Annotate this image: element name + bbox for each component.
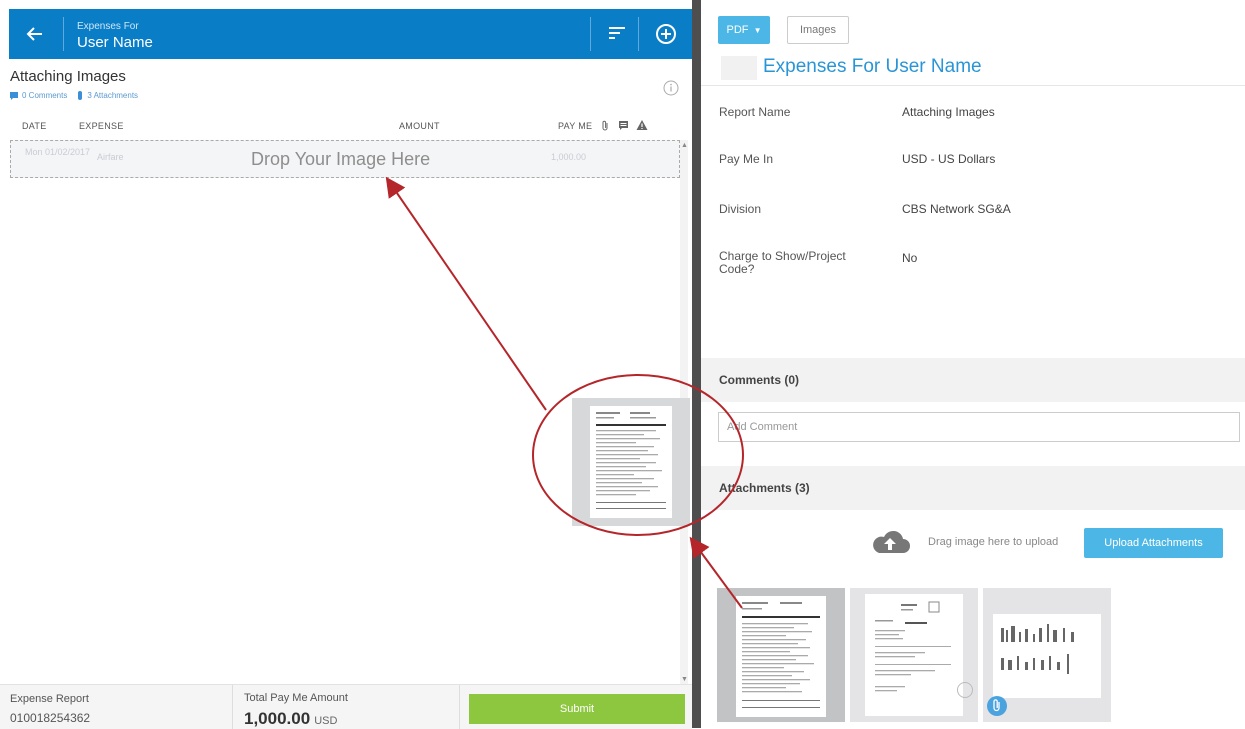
comments-section-header: Comments (0) bbox=[701, 358, 1245, 402]
field-value-division: CBS Network SG&A bbox=[902, 202, 1011, 216]
comment-icon bbox=[619, 121, 628, 130]
drag-upload-hint: Drag image here to upload bbox=[928, 536, 1059, 548]
paperclip-icon bbox=[78, 91, 83, 100]
report-footer: Expense Report 010018254362 Total Pay Me… bbox=[0, 684, 692, 729]
expense-row-drop-target[interactable]: Mon 01/02/2017 Airfare 1,000.00 Drop You… bbox=[10, 140, 680, 178]
document-preview bbox=[865, 594, 973, 716]
report-details-pane: PDF ▼ Images Expenses For User Name Repo… bbox=[701, 0, 1245, 728]
receipt-image-preview bbox=[993, 614, 1101, 698]
comments-link[interactable]: 0 Comments bbox=[10, 91, 67, 100]
attachments-count: 3 Attachments bbox=[87, 91, 139, 100]
attachment-thumbnail[interactable] bbox=[850, 588, 978, 722]
pdf-dropdown-button[interactable]: PDF ▼ bbox=[718, 16, 770, 44]
field-value-report-name: Attaching Images bbox=[902, 105, 995, 119]
column-expense[interactable]: EXPENSE bbox=[79, 121, 124, 131]
header-subtitle: Expenses For bbox=[77, 21, 139, 32]
attachment-thumbnail[interactable] bbox=[983, 588, 1111, 722]
report-meta: 0 Comments 3 Attachments bbox=[10, 91, 138, 100]
scroll-down-icon[interactable]: ▼ bbox=[681, 676, 688, 683]
attachments-link[interactable]: 3 Attachments bbox=[77, 91, 138, 100]
company-logo bbox=[721, 56, 757, 80]
images-button[interactable]: Images bbox=[787, 16, 849, 44]
details-title-name: User Name bbox=[885, 56, 982, 77]
add-expense-button[interactable] bbox=[652, 20, 680, 48]
comment-icon bbox=[10, 91, 18, 100]
expense-report-label: Expense Report bbox=[10, 693, 89, 705]
sort-icon bbox=[609, 27, 625, 39]
expense-table-header: DATE EXPENSE AMOUNT PAY ME bbox=[10, 118, 682, 136]
pdf-label: PDF bbox=[726, 24, 749, 36]
total-amount: 1,000.00 USD bbox=[244, 709, 337, 729]
add-comment-input[interactable] bbox=[718, 412, 1240, 442]
attachment-thumbnail[interactable] bbox=[717, 588, 845, 722]
attachments-section-header: Attachments (3) bbox=[701, 466, 1245, 510]
total-amount-value: 1,000.00 bbox=[244, 709, 311, 728]
column-warning bbox=[636, 119, 648, 133]
paperclip-icon bbox=[602, 120, 608, 131]
annotation-ellipse bbox=[532, 374, 744, 536]
document-preview bbox=[736, 596, 826, 717]
expense-report-number: 010018254362 bbox=[10, 711, 91, 725]
document-lines bbox=[742, 602, 820, 708]
total-currency: USD bbox=[314, 715, 338, 727]
paperclip-icon bbox=[987, 696, 1007, 716]
add-circle-icon bbox=[656, 24, 676, 44]
field-value-pay-me-in: USD - US Dollars bbox=[902, 152, 996, 166]
row-amount: 1,000.00 bbox=[551, 152, 587, 162]
total-label: Total Pay Me Amount bbox=[244, 692, 348, 704]
report-title: Attaching Images bbox=[10, 68, 126, 85]
receipt-marks bbox=[1001, 624, 1074, 674]
drop-image-label: Drop Your Image Here bbox=[251, 149, 431, 169]
app-header: Expenses For User Name bbox=[9, 9, 693, 59]
field-label-report-name: Report Name bbox=[719, 105, 791, 119]
details-title: Expenses For User Name bbox=[763, 56, 982, 78]
footer-divider bbox=[459, 685, 460, 729]
comments-count: 0 Comments bbox=[22, 91, 68, 100]
header-divider bbox=[638, 17, 639, 51]
field-label-charge-code: Charge to Show/Project Code? bbox=[719, 249, 846, 276]
column-pay-me[interactable]: PAY ME bbox=[558, 121, 592, 131]
header-title: User Name bbox=[77, 34, 153, 51]
column-amount[interactable]: AMOUNT bbox=[399, 121, 440, 131]
field-value-charge-code: No bbox=[902, 251, 918, 265]
column-attachment bbox=[600, 120, 610, 134]
sort-button[interactable] bbox=[606, 23, 630, 45]
title-divider bbox=[701, 85, 1245, 86]
row-expense: Airfare bbox=[97, 152, 124, 162]
column-date[interactable]: DATE bbox=[22, 121, 47, 131]
row-date: Mon 01/02/2017 bbox=[25, 147, 91, 157]
info-button[interactable] bbox=[663, 80, 679, 96]
header-divider bbox=[590, 17, 591, 51]
details-title-prefix: Expenses For bbox=[763, 56, 881, 77]
cloud-upload-icon bbox=[869, 527, 911, 557]
comments-header: Comments (0) bbox=[719, 373, 800, 387]
scroll-up-icon[interactable]: ▲ bbox=[681, 142, 688, 149]
back-arrow-icon bbox=[26, 27, 42, 41]
warning-icon bbox=[636, 120, 648, 130]
document-lines bbox=[875, 601, 951, 692]
header-divider bbox=[63, 17, 64, 51]
pane-divider[interactable] bbox=[692, 0, 701, 728]
field-label-pay-me-in: Pay Me In bbox=[719, 152, 774, 166]
info-icon bbox=[663, 80, 679, 96]
column-comment bbox=[618, 120, 629, 133]
caret-down-icon: ▼ bbox=[753, 26, 762, 35]
upload-attachments-button[interactable]: Upload Attachments bbox=[1084, 528, 1223, 558]
clock-icon bbox=[957, 682, 973, 698]
footer-divider bbox=[232, 685, 233, 729]
expense-report-pane: Expenses For User Name Attaching Images … bbox=[0, 0, 693, 729]
field-label-division: Division bbox=[719, 202, 762, 216]
submit-button[interactable]: Submit bbox=[469, 694, 685, 724]
back-button[interactable] bbox=[21, 20, 49, 48]
